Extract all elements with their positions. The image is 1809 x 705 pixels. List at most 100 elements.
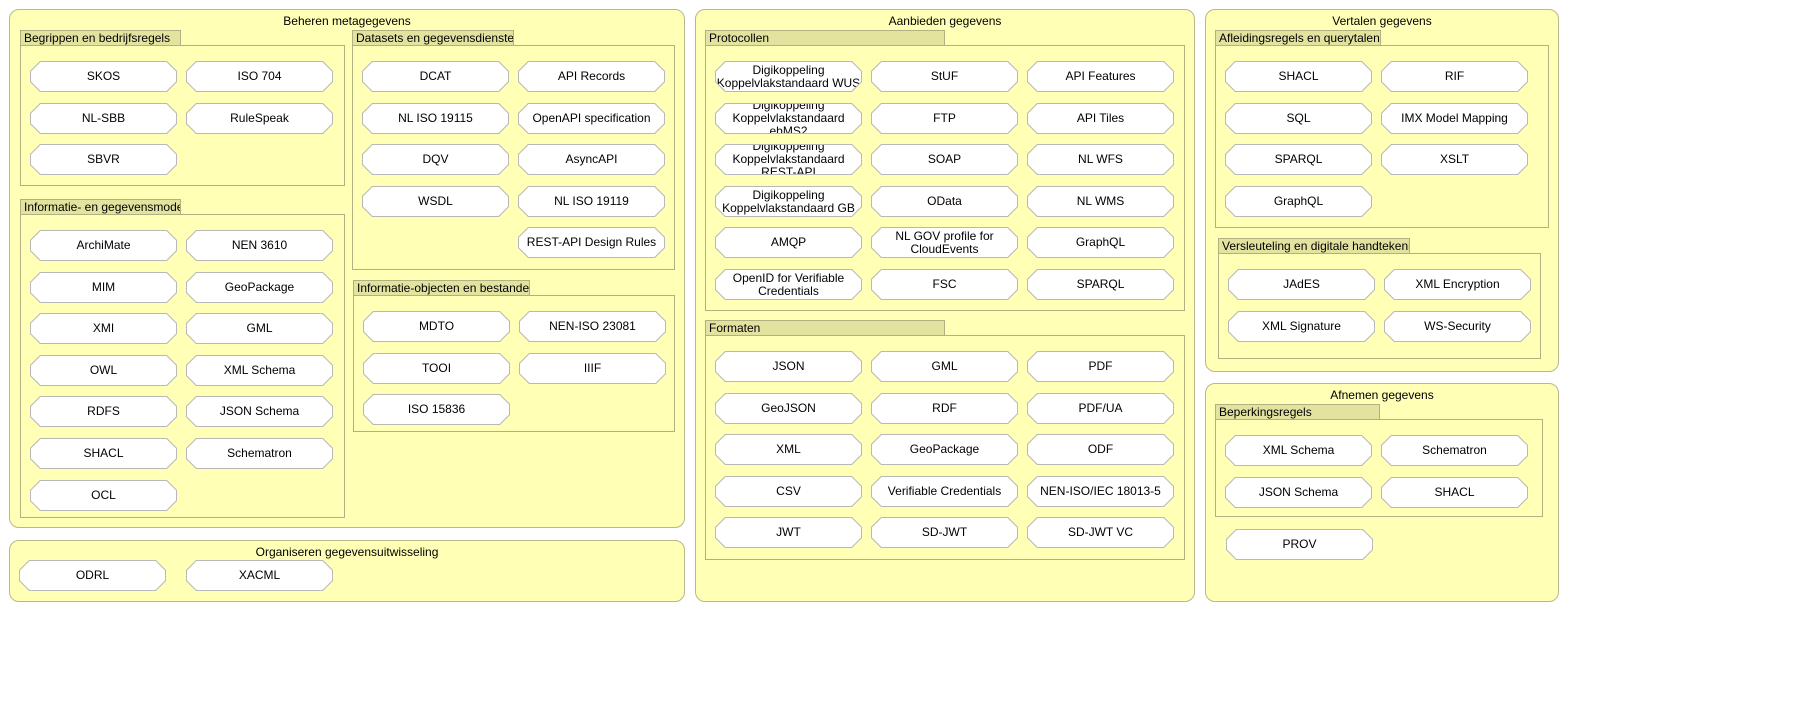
standard-element[interactable]: JSON <box>715 351 862 382</box>
standard-element[interactable]: ODRL <box>19 560 166 591</box>
standard-element[interactable]: DCAT <box>362 61 509 92</box>
standard-element[interactable]: IMX Model Mapping <box>1381 103 1528 134</box>
standard-element[interactable]: NL WFS <box>1027 144 1174 175</box>
standard-element[interactable]: Digikoppeling Koppelvlakstandaard ebMS2 <box>715 103 862 134</box>
standard-element[interactable]: PDF/UA <box>1027 393 1174 424</box>
standard-element[interactable]: REST-API Design Rules <box>518 227 665 258</box>
standard-label: WSDL <box>363 187 508 216</box>
standard-element[interactable]: WS-Security <box>1384 311 1531 342</box>
standard-element[interactable]: OWL <box>30 355 177 386</box>
standard-element[interactable]: RuleSpeak <box>186 103 333 134</box>
standard-element[interactable]: GeoPackage <box>186 272 333 303</box>
standard-label: GeoJSON <box>716 394 861 423</box>
standard-element[interactable]: XML Schema <box>186 355 333 386</box>
standard-element[interactable]: RDF <box>871 393 1018 424</box>
standard-element[interactable]: NL ISO 19119 <box>518 186 665 217</box>
standard-element[interactable]: Digikoppeling Koppelvlakstandaard REST-A… <box>715 144 862 175</box>
standard-label: PROV <box>1227 530 1372 559</box>
standard-element[interactable]: XML Encryption <box>1384 269 1531 300</box>
standard-element[interactable]: CSV <box>715 476 862 507</box>
standard-element[interactable]: GraphQL <box>1225 186 1372 217</box>
standard-element[interactable]: TOOI <box>363 353 510 384</box>
standard-element[interactable]: XML Signature <box>1228 311 1375 342</box>
standard-element[interactable]: OpenAPI specification <box>518 103 665 134</box>
standard-element[interactable]: NL ISO 19115 <box>362 103 509 134</box>
standard-element[interactable]: SHACL <box>1381 477 1528 508</box>
standard-element[interactable]: Schematron <box>1381 435 1528 466</box>
standard-element[interactable]: OCL <box>30 480 177 511</box>
standard-element[interactable]: FSC <box>871 269 1018 300</box>
standard-element[interactable]: GeoPackage <box>871 434 1018 465</box>
group-title: Vertalen gegevens <box>1332 14 1432 28</box>
standard-element[interactable]: XML <box>715 434 862 465</box>
standard-element[interactable]: PROV <box>1226 529 1373 560</box>
standard-element[interactable]: SHACL <box>30 438 177 469</box>
standard-element[interactable]: GraphQL <box>1027 227 1174 258</box>
standard-element[interactable]: JWT <box>715 517 862 548</box>
standard-element[interactable]: NL GOV profile for CloudEvents <box>871 227 1018 258</box>
standard-element[interactable]: SPARQL <box>1027 269 1174 300</box>
standard-element[interactable]: API Records <box>518 61 665 92</box>
standard-label: GeoPackage <box>187 273 332 302</box>
standard-element[interactable]: NL WMS <box>1027 186 1174 217</box>
standard-element[interactable]: NL-SBB <box>30 103 177 134</box>
standard-label: FSC <box>872 270 1017 299</box>
standard-element[interactable]: AMQP <box>715 227 862 258</box>
standard-element[interactable]: IIIF <box>519 353 666 384</box>
standard-label: ISO 15836 <box>364 395 509 424</box>
standard-label: Verifiable Credentials <box>872 477 1017 506</box>
standard-element[interactable]: GML <box>871 351 1018 382</box>
standard-element[interactable]: SHACL <box>1225 61 1372 92</box>
standard-element[interactable]: Schematron <box>186 438 333 469</box>
standard-element[interactable]: PDF <box>1027 351 1174 382</box>
standard-element[interactable]: DQV <box>362 144 509 175</box>
standard-element[interactable]: XSLT <box>1381 144 1528 175</box>
standard-element[interactable]: RDFS <box>30 396 177 427</box>
standard-element[interactable]: NEN-ISO/IEC 18013-5 <box>1027 476 1174 507</box>
standard-element[interactable]: GeoJSON <box>715 393 862 424</box>
standard-element[interactable]: SQL <box>1225 103 1372 134</box>
standard-label: TOOI <box>364 354 509 383</box>
standard-element[interactable]: Digikoppeling Koppelvlakstandaard GB <box>715 186 862 217</box>
standard-element[interactable]: ODF <box>1027 434 1174 465</box>
standard-element[interactable]: ArchiMate <box>30 230 177 261</box>
standard-element[interactable]: SOAP <box>871 144 1018 175</box>
standard-element[interactable]: ISO 15836 <box>363 394 510 425</box>
standard-label: OpenAPI specification <box>519 104 664 133</box>
standard-element[interactable]: XML Schema <box>1225 435 1372 466</box>
standard-element[interactable]: API Features <box>1027 61 1174 92</box>
standard-element[interactable]: WSDL <box>362 186 509 217</box>
standard-element[interactable]: API Tiles <box>1027 103 1174 134</box>
standard-label: IIIF <box>520 354 665 383</box>
standard-element[interactable]: SPARQL <box>1225 144 1372 175</box>
standard-label: XML Encryption <box>1385 270 1530 299</box>
standard-label: JSON Schema <box>1226 478 1371 507</box>
standard-element[interactable]: OpenID for Verifiable Credentials <box>715 269 862 300</box>
standard-element[interactable]: SD-JWT VC <box>1027 517 1174 548</box>
standard-element[interactable]: NEN 3610 <box>186 230 333 261</box>
standard-element[interactable]: SD-JWT <box>871 517 1018 548</box>
standard-element[interactable]: Digikoppeling Koppelvlakstandaard WUS <box>715 61 862 92</box>
standard-element[interactable]: SKOS <box>30 61 177 92</box>
standard-element[interactable]: RIF <box>1381 61 1528 92</box>
standard-element[interactable]: JSON Schema <box>1225 477 1372 508</box>
standard-element[interactable]: SBVR <box>30 144 177 175</box>
standard-element[interactable]: JSON Schema <box>186 396 333 427</box>
standard-element[interactable]: JAdES <box>1228 269 1375 300</box>
standard-element[interactable]: NEN-ISO 23081 <box>519 311 666 342</box>
standard-label: RDFS <box>31 397 176 426</box>
standard-element[interactable]: OData <box>871 186 1018 217</box>
standard-label: SPARQL <box>1028 270 1173 299</box>
standard-element[interactable]: XACML <box>186 560 333 591</box>
standard-element[interactable]: Verifiable Credentials <box>871 476 1018 507</box>
standard-element[interactable]: XMI <box>30 313 177 344</box>
standard-element[interactable]: StUF <box>871 61 1018 92</box>
standard-element[interactable]: AsyncAPI <box>518 144 665 175</box>
standard-element[interactable]: MDTO <box>363 311 510 342</box>
standard-element[interactable]: MIM <box>30 272 177 303</box>
standard-element[interactable]: FTP <box>871 103 1018 134</box>
standard-element[interactable]: ISO 704 <box>186 61 333 92</box>
standard-label: NL GOV profile for CloudEvents <box>872 228 1017 257</box>
standard-label: NEN-ISO 23081 <box>520 312 665 341</box>
standard-element[interactable]: GML <box>186 313 333 344</box>
